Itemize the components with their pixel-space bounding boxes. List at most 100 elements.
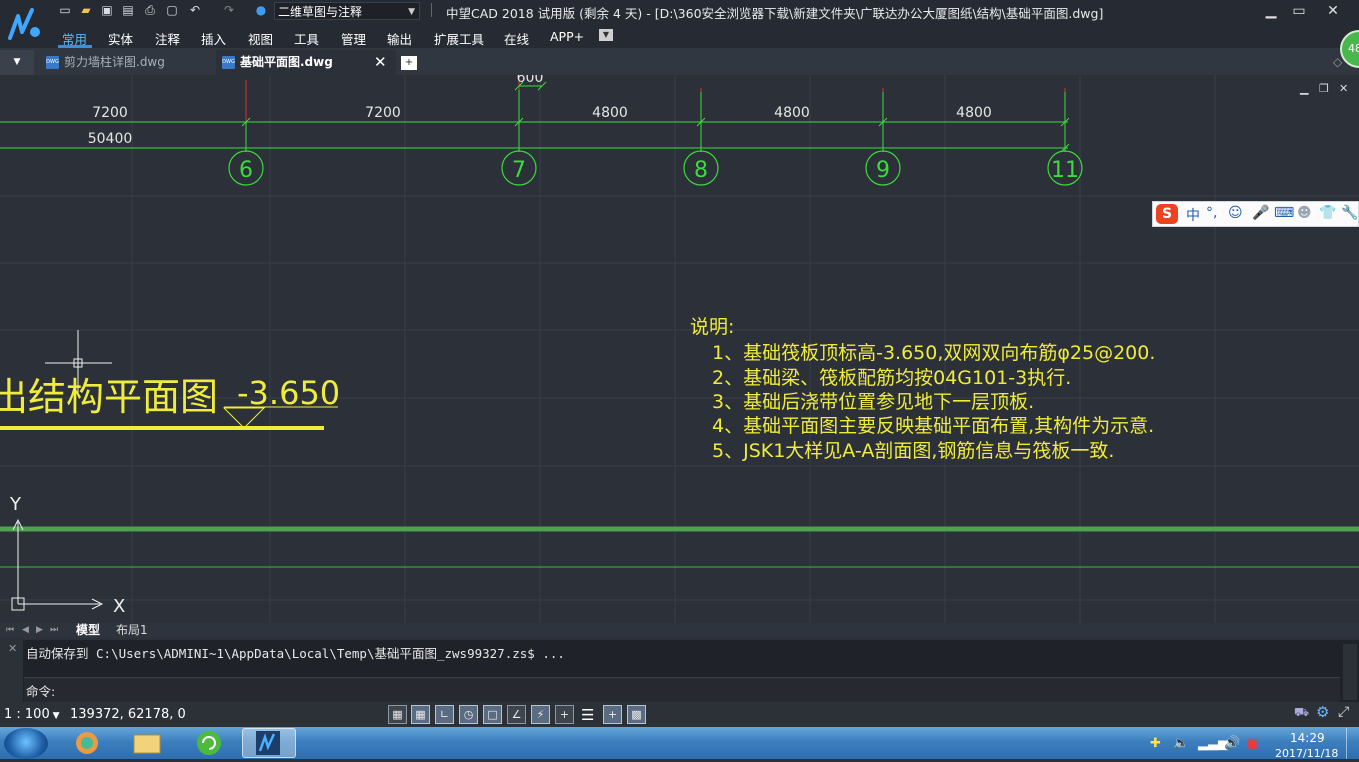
scale-value: 1 : 100 [4, 707, 50, 722]
first-layout-icon[interactable]: ⏮ [6, 623, 14, 638]
show-desktop-button[interactable] [1346, 728, 1359, 759]
tab-layout1[interactable]: 布局1 [116, 623, 148, 638]
workspace-select[interactable]: 二维草图与注释 ▼ [274, 2, 420, 20]
fullscreen-icon[interactable]: ⤢ [1338, 704, 1349, 720]
menu-extended-tools[interactable]: 扩展工具 [434, 29, 484, 48]
chevron-down-icon: ▼ [49, 711, 60, 721]
ime-toolbar[interactable]: S 中 °, ☺ 🎤 ⌨ ☻ 👕 🔧 [1152, 201, 1359, 227]
minimize-button[interactable]: ▁ [1260, 2, 1282, 20]
menu-app-plus[interactable]: APP+ [550, 29, 584, 44]
user-icon[interactable]: ☻ [1297, 205, 1312, 221]
speaker-muted-icon[interactable]: 🔈 [1173, 736, 1189, 751]
gear-icon[interactable]: ⚙ [1316, 703, 1329, 721]
tab-model[interactable]: 模型 [76, 623, 100, 638]
selection-cycling-icon[interactable]: ▩ [627, 705, 646, 724]
taskbar-zwcad[interactable] [242, 728, 296, 758]
ucs-y-label: Y [9, 494, 22, 515]
dynamic-input-icon[interactable]: + [555, 705, 574, 724]
menu-view[interactable]: 视图 [248, 29, 273, 48]
dwg-file-icon: DWG [222, 56, 235, 69]
save-icon[interactable]: ▣ [100, 3, 114, 17]
elevation-text: -3.650 [237, 374, 340, 412]
menu-output[interactable]: 输出 [387, 29, 412, 48]
skin-icon[interactable]: 👕 [1319, 205, 1336, 221]
ortho-icon[interactable]: ∟ [435, 705, 454, 724]
axis-label: 7 [512, 158, 526, 183]
help-icon[interactable]: ● [254, 3, 268, 17]
menu-tools[interactable]: 工具 [294, 29, 319, 48]
workspace-label: 二维草图与注释 [278, 5, 363, 19]
settings-wrench-icon[interactable]: 🔧 [1341, 205, 1358, 221]
save-as-icon[interactable]: ▤ [121, 3, 135, 17]
scroll-left-icon[interactable]: ◇ [1333, 55, 1342, 69]
taskbar-green-app[interactable] [182, 728, 236, 758]
volume-icon[interactable]: 🔊 [1224, 736, 1240, 751]
plan-title: 出结构平面图 [0, 375, 218, 419]
tab-foundation-plan[interactable]: DWG 基础平面图.dwg [216, 50, 396, 75]
notes-title: 说明: [690, 316, 734, 338]
tray-app-icon[interactable]: ▣ [1247, 736, 1259, 751]
microphone-icon[interactable]: 🎤 [1252, 205, 1269, 221]
annotation-visibility-icon[interactable]: ⛟ [1294, 705, 1309, 721]
restore-button[interactable]: ▭ [1288, 2, 1310, 20]
tab-shear-wall-detail[interactable]: DWG 剪力墙柱详图.dwg [40, 50, 212, 75]
drawing-canvas[interactable]: 7200 7200 4800 4800 4800 50400 600 6 7 8… [0, 75, 1359, 623]
close-tab-button[interactable]: ✕ [374, 53, 387, 71]
dim-text: 7200 [365, 105, 401, 121]
menu-annotate[interactable]: 注释 [155, 29, 180, 48]
command-input[interactable] [24, 677, 1340, 702]
clock-time[interactable]: 14:29 [1290, 731, 1325, 745]
redo-icon[interactable]: ↷ [222, 3, 236, 17]
annotation-scale[interactable]: 1 : 100 ▼ [4, 707, 60, 722]
tray-plus-icon[interactable]: ✚ [1150, 736, 1161, 751]
taskbar-360-browser[interactable] [60, 728, 114, 758]
menu-insert[interactable]: 插入 [201, 29, 226, 48]
close-icon[interactable]: ✕ [8, 642, 17, 655]
next-layout-icon[interactable]: ▶ [36, 623, 43, 638]
grid-display-icon[interactable]: ▦ [411, 705, 430, 724]
browser-icon [76, 732, 98, 754]
emoji-icon[interactable]: ☺ [1228, 205, 1243, 221]
dim-text: 4800 [956, 105, 992, 121]
snap-grid-icon[interactable]: ▦ [388, 705, 407, 724]
ime-mode-label[interactable]: 中 [1186, 205, 1200, 225]
start-button[interactable] [4, 728, 48, 759]
command-scrollbar[interactable] [1343, 644, 1357, 700]
new-icon[interactable]: ▭ [58, 3, 72, 17]
tab-list-dropdown[interactable]: ▼ [0, 50, 34, 75]
folder-icon [133, 734, 161, 754]
plot-preview-icon[interactable]: ▢ [165, 3, 179, 17]
transparency-icon[interactable]: + [603, 705, 622, 724]
menu-manage[interactable]: 管理 [341, 29, 366, 48]
menu-solid[interactable]: 实体 [108, 29, 133, 48]
last-layout-icon[interactable]: ⏭ [50, 623, 58, 638]
clock-date[interactable]: 2017/11/18 [1275, 747, 1338, 760]
open-icon[interactable]: ▰ [79, 3, 93, 17]
new-tab-button[interactable]: + [401, 56, 417, 70]
dyn-ucs-icon[interactable]: ⚡ [531, 705, 550, 724]
note-line: 5、JSK1大样见A-A剖面图,钢筋信息与筏板一致. [712, 440, 1114, 462]
note-line: 3、基础后浇带位置参见地下一层顶板. [712, 391, 1034, 413]
command-prompt: 命令: [26, 684, 56, 699]
keyboard-icon[interactable]: ⌨ [1274, 205, 1294, 221]
menu-online[interactable]: 在线 [504, 29, 529, 48]
polar-icon[interactable]: ◷ [459, 705, 478, 724]
print-icon[interactable]: ⎙ [143, 3, 157, 17]
window-title: 中望CAD 2018 试用版 (剩余 4 天) - [D:\360安全浏览器下载… [446, 6, 1104, 21]
osnap-icon[interactable]: □ [483, 705, 502, 724]
taskbar-explorer[interactable] [120, 728, 174, 758]
lineweight-icon[interactable]: ☰ [581, 706, 594, 724]
tab-label: 剪力墙柱详图.dwg [64, 55, 165, 69]
axis-label: 8 [694, 158, 708, 183]
ucs-icon [11, 518, 104, 611]
dim-text: 4800 [774, 105, 810, 121]
note-line: 4、基础平面图主要反映基础平面布置,其构件为示意. [712, 415, 1154, 437]
close-window-button[interactable]: ✕ [1322, 2, 1344, 20]
app-logo-icon[interactable] [2, 2, 46, 46]
title-divider [431, 3, 432, 17]
prev-layout-icon[interactable]: ◀ [22, 623, 29, 638]
ribbon-toggle-icon[interactable]: ▼ [599, 29, 613, 41]
undo-icon[interactable]: ↶ [188, 3, 202, 17]
otrack-icon[interactable]: ∠ [507, 705, 526, 724]
punctuation-icon[interactable]: °, [1206, 205, 1217, 221]
